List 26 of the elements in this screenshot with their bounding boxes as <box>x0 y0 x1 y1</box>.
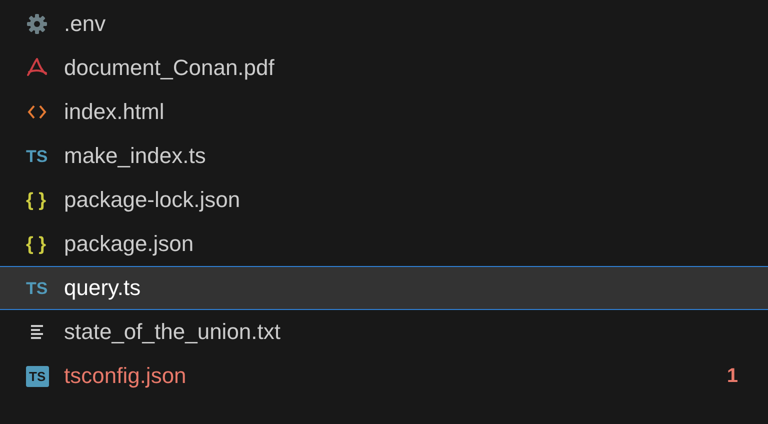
file-name: query.ts <box>64 275 142 301</box>
document-icon <box>26 57 48 79</box>
typescript-icon: TS <box>26 280 48 296</box>
file-name: tsconfig.json <box>64 363 188 389</box>
braces-icon: { } <box>26 190 46 210</box>
file-name: index.html <box>64 99 166 125</box>
typescript-icon: TS <box>26 366 49 386</box>
problem-count: 1 <box>726 364 738 388</box>
file-name: document_Conan.pdf <box>64 55 276 81</box>
file-item[interactable]: document_Conan.pdf <box>0 46 768 90</box>
file-item[interactable]: TS tsconfig.json 1 <box>0 354 768 398</box>
file-item[interactable]: index.html <box>0 90 768 134</box>
file-item[interactable]: TS query.ts <box>0 266 768 310</box>
file-name: state_of_the_union.txt <box>64 319 282 345</box>
file-name: .env <box>64 11 107 37</box>
braces-icon: { } <box>26 234 46 254</box>
file-item[interactable]: state_of_the_union.txt <box>0 310 768 354</box>
file-item[interactable]: .env <box>0 2 768 46</box>
file-name: package.json <box>64 231 195 257</box>
file-name: package-lock.json <box>64 187 242 213</box>
file-item[interactable]: TS make_index.ts <box>0 134 768 178</box>
file-item[interactable]: { } package.json <box>0 222 768 266</box>
typescript-icon: TS <box>26 148 48 164</box>
file-item[interactable]: { } package-lock.json <box>0 178 768 222</box>
file-name: make_index.ts <box>64 143 207 169</box>
gear-icon <box>26 13 48 35</box>
